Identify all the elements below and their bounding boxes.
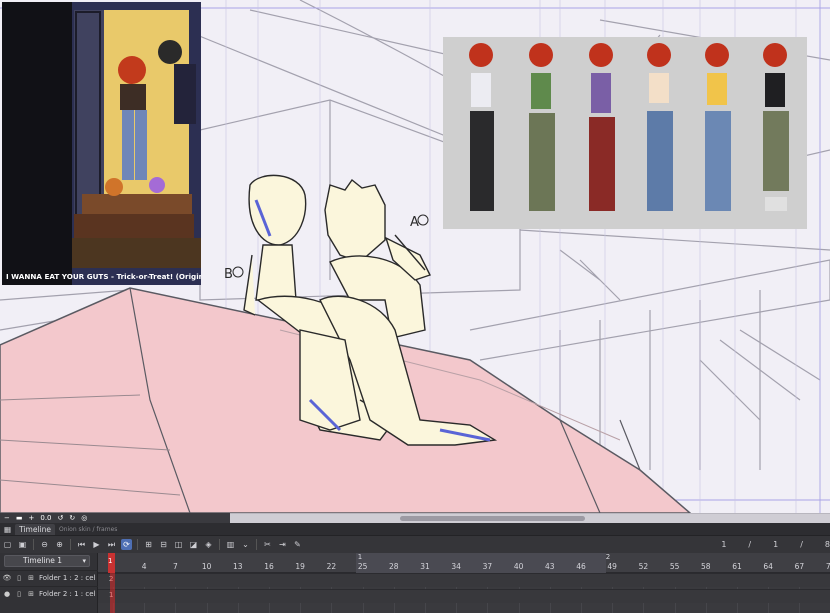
current-cel-value: 1 <box>773 540 779 549</box>
frame-number: 19 <box>295 562 305 571</box>
annotation-b: B <box>224 267 233 282</box>
frame-number: 31 <box>420 562 430 571</box>
playhead-handle[interactable]: 1 <box>108 553 115 573</box>
loop-icon[interactable]: ⟳ <box>121 539 132 550</box>
timeline-select[interactable]: Timeline 1 ▾ <box>4 555 90 567</box>
frame-number: 64 <box>763 562 773 571</box>
zoom-in-timeline-icon[interactable]: ⊕ <box>54 539 65 550</box>
timeline-panel: ▦ Timeline Onion skin / frames ▢ ▣ ⊖ ⊕ ⏮… <box>0 523 830 613</box>
frame-number: 22 <box>326 562 337 571</box>
zoom-slider-icon[interactable]: ▬ <box>16 514 23 522</box>
chevron-down-icon: ▾ <box>82 557 86 565</box>
ref-figure-4 <box>647 43 673 211</box>
frame-number: 34 <box>451 562 461 571</box>
zoom-value[interactable]: 0.0 <box>40 514 51 522</box>
frame-number: 46 <box>576 562 586 571</box>
frame-number: 61 <box>732 562 742 571</box>
video-still-image <box>2 2 201 285</box>
frame-number: 67 <box>794 562 805 571</box>
timeline-select-label: Timeline 1 <box>23 556 63 565</box>
frame-number: 25 <box>357 562 368 571</box>
frame-separator-2: / <box>800 540 803 549</box>
tab-timeline[interactable]: Timeline <box>15 523 55 535</box>
camera-icon[interactable]: ▥ <box>225 539 236 550</box>
canvas-status-strip: − ▬ + 0.0 ↺ ↻ ◎ <box>0 513 230 523</box>
keyframe-icon[interactable]: ◈ <box>203 539 214 550</box>
eye-icon[interactable]: 👁 <box>2 573 12 583</box>
timeline-panel-icon: ▦ <box>4 524 12 534</box>
frame-number: 52 <box>638 562 649 571</box>
layer-row-folder-2[interactable]: ● ▯ ⊞ Folder 2 : 1 : cel <box>0 586 98 600</box>
dropdown-chevron-icon[interactable]: ⌄ <box>240 539 251 550</box>
track-row-folder-1[interactable]: 2 <box>98 573 830 587</box>
layer-name: Folder 1 : 2 : cel <box>39 573 96 582</box>
insert-icon[interactable]: ⇥ <box>277 539 288 550</box>
frame-number: 16 <box>264 562 274 571</box>
scrollbar-thumb[interactable] <box>400 516 585 521</box>
current-frame-label: 1 <box>108 557 113 565</box>
folder-expand-icon[interactable]: ⊞ <box>26 573 36 583</box>
video-thumbnail[interactable]: I WANNA EAT YOUR GUTS - Trick-or-Treat! … <box>2 2 201 285</box>
folder-expand-icon[interactable]: ⊞ <box>26 589 36 599</box>
onion-skin-icon[interactable]: ◫ <box>173 539 184 550</box>
light-table-icon[interactable]: ◪ <box>188 539 199 550</box>
first-frame-icon[interactable]: ⏮ <box>76 539 87 550</box>
tab-subtitle: Onion skin / frames <box>58 525 118 533</box>
layer-row-folder-1[interactable]: 👁 ▯ ⊞ Folder 1 : 2 : cel <box>0 570 98 584</box>
edit-timeline-icon[interactable]: ▣ <box>17 539 28 550</box>
ref-figure-5 <box>705 43 731 211</box>
frame-number: 4 <box>141 562 147 571</box>
ref-figure-2 <box>529 43 555 211</box>
new-timeline-icon[interactable]: ▢ <box>2 539 13 550</box>
frame-number: 49 <box>607 562 617 571</box>
frame-number: 37 <box>482 562 493 571</box>
timeline-layer-list: Timeline 1 ▾ 👁 ▯ ⊞ Folder 1 : 2 : cel ● … <box>0 553 98 613</box>
frame-number: 28 <box>389 562 399 571</box>
frame-number: 70 <box>825 562 830 571</box>
ref-figure-1 <box>469 43 494 211</box>
frame-number: 13 <box>233 562 243 571</box>
total-frames-value: 8 <box>824 540 830 549</box>
ref-figure-6 <box>763 43 789 211</box>
track-row-folder-2[interactable]: 1 <box>98 589 830 603</box>
layer-name: Folder 2 : 1 : cel <box>39 589 96 598</box>
pencil-icon[interactable]: ✎ <box>292 539 303 550</box>
current-frame-value: 1 <box>721 540 727 549</box>
play-icon[interactable]: ▶ <box>91 539 102 550</box>
frame-number: 10 <box>201 562 212 571</box>
zoom-in-icon[interactable]: + <box>29 514 35 522</box>
zoom-out-icon[interactable]: − <box>4 514 10 522</box>
frame-ruler[interactable]: 1 2 1 4 7 10 13 16 19 22 25 28 31 34 37 40 43 46 49 52 55 5… <box>98 553 830 573</box>
rotate-reset-icon[interactable]: ◎ <box>81 514 87 522</box>
frame-number: 40 <box>513 562 524 571</box>
next-frame-icon[interactable]: ⏭ <box>106 539 117 550</box>
frame-number: 7 <box>173 562 178 571</box>
user-icon[interactable]: ● <box>2 589 12 599</box>
annotation-a: A <box>410 215 419 230</box>
lock-icon[interactable]: ▯ <box>14 589 24 599</box>
frame-separator-1: / <box>748 540 752 549</box>
app-window: A B I WANNA EAT YOUR GUTS - Trick-or-Tre… <box>0 0 830 613</box>
marker-2: 2 <box>605 553 611 561</box>
timeline-frames[interactable]: 1 2 1 4 7 10 13 16 19 22 25 28 31 34 37 40 43 46 49 52 55 5… <box>98 553 830 613</box>
frame-number: 43 <box>545 562 555 571</box>
drawing-canvas[interactable]: A B I WANNA EAT YOUR GUTS - Trick-or-Tre… <box>0 0 830 513</box>
video-title: I WANNA EAT YOUR GUTS - Trick-or-Treat! … <box>6 272 201 281</box>
frame-number: 55 <box>669 562 680 571</box>
assign-cel-icon[interactable]: ⊟ <box>158 539 169 550</box>
cut-icon[interactable]: ✂ <box>262 539 273 550</box>
frame-counter: 1 / 1 / 8 <box>699 536 830 553</box>
ref-figure-3 <box>589 43 615 211</box>
zoom-out-timeline-icon[interactable]: ⊖ <box>39 539 50 550</box>
marker-1: 1 <box>357 553 363 561</box>
reference-image <box>469 43 789 211</box>
rotate-right-icon[interactable]: ↻ <box>69 514 75 522</box>
frame-number: 58 <box>701 562 711 571</box>
lock-icon[interactable]: ▯ <box>14 573 24 583</box>
rotate-left-icon[interactable]: ↺ <box>58 514 64 522</box>
character-reference-sheet <box>443 37 807 229</box>
timeline-tabbar: ▦ Timeline Onion skin / frames <box>0 523 830 536</box>
new-cel-icon[interactable]: ⊞ <box>143 539 154 550</box>
